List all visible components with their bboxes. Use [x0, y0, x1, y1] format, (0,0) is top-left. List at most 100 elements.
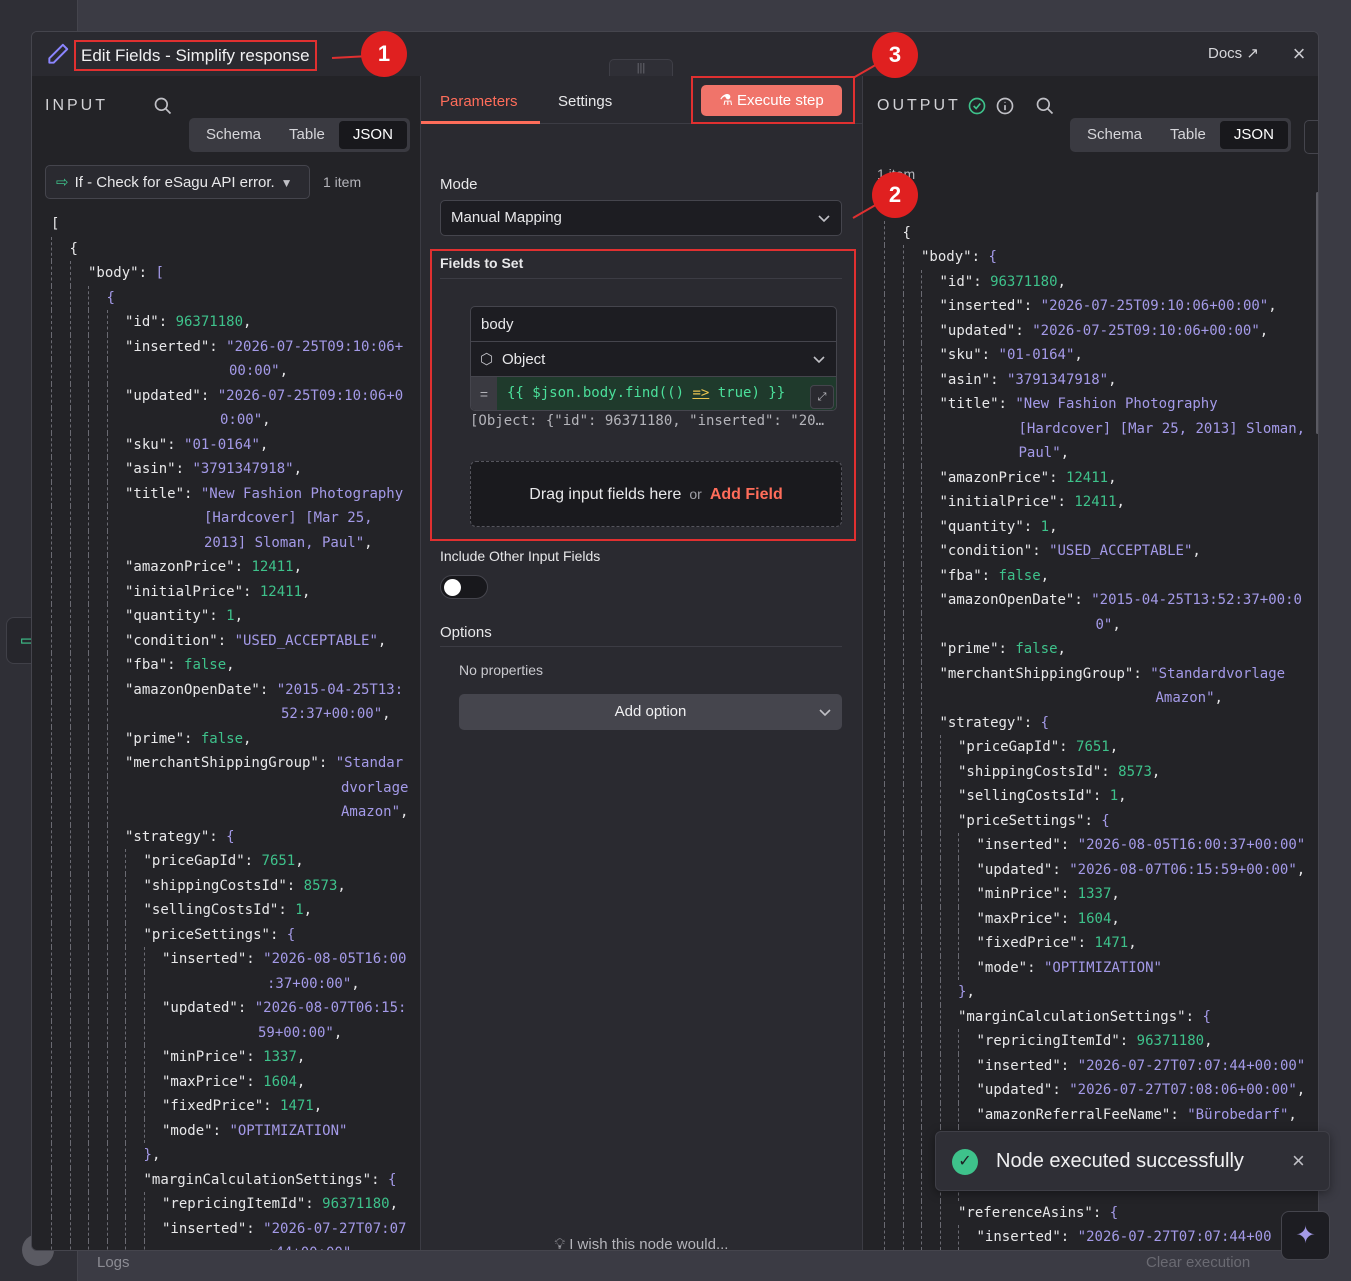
- json-line: "id": 96371180,: [51, 310, 419, 335]
- indent-guide: [921, 735, 922, 760]
- field-type-select[interactable]: ⬡ Object: [471, 342, 836, 377]
- json-line: "fba": false,: [884, 563, 1316, 588]
- input-tab-table[interactable]: Table: [275, 121, 339, 149]
- tab-parameters[interactable]: Parameters: [440, 93, 518, 110]
- json-value: "2015-04-25T13:52:37+00:0: [1091, 592, 1302, 608]
- json-line: "marginCalculationSettings": {: [884, 1004, 1316, 1029]
- search-icon[interactable]: [1035, 96, 1055, 116]
- tab-settings[interactable]: Settings: [558, 93, 612, 110]
- indent-guide: [884, 1225, 885, 1250]
- indent-guide: [902, 416, 904, 441]
- edit-output-button[interactable]: [1304, 120, 1318, 154]
- close-icon[interactable]: ×: [1292, 1148, 1305, 1174]
- field-name-input[interactable]: body: [471, 307, 836, 342]
- include-other-fields-toggle[interactable]: [440, 575, 488, 599]
- add-field-button[interactable]: Add Field: [710, 486, 783, 503]
- indent-guide: [884, 980, 885, 1005]
- json-value: 2013] Sloman, Paul": [204, 534, 365, 551]
- json-value: {: [286, 926, 296, 943]
- indent-guide: [51, 824, 52, 849]
- json-line: "inserted": "2026-07-27T07:07: [51, 1216, 419, 1241]
- indent-guide: [921, 661, 922, 686]
- json-value: ,: [400, 804, 409, 820]
- indent-guide: [88, 555, 89, 580]
- json-key: "marginCalculationSettings": [143, 1171, 372, 1188]
- indent-guide: [51, 285, 52, 310]
- indent-guide: [51, 996, 52, 1021]
- expression-mode-icon[interactable]: =: [471, 377, 497, 410]
- add-option-select[interactable]: Add option: [459, 694, 842, 730]
- indent-guide: [884, 318, 885, 343]
- drop-text: Drag input fields here: [529, 486, 682, 503]
- logs-label[interactable]: Logs: [97, 1254, 130, 1271]
- output-tab-json[interactable]: JSON: [1219, 121, 1288, 149]
- indent-guide: [939, 1078, 941, 1103]
- pencil-icon[interactable]: [45, 41, 71, 67]
- indent-guide: [69, 481, 71, 506]
- indent-guide: [884, 637, 885, 662]
- feedback-link[interactable]: 💡︎ I wish this node would...: [421, 1236, 862, 1251]
- indent-guide: [106, 1216, 108, 1241]
- mode-select[interactable]: Manual Mapping: [440, 200, 842, 236]
- json-value: "OPTIMIZATION": [229, 1122, 348, 1139]
- field-value-row: = {{ $json.body.find(() => true) }} ⤢: [471, 377, 836, 410]
- json-value: :: [244, 853, 262, 869]
- info-icon[interactable]: [995, 96, 1015, 116]
- json-line: "inserted": "2026-07-27T07:07:44+00: [884, 1225, 1316, 1250]
- json-value: ,: [1296, 1082, 1306, 1098]
- lightbulb-icon: 💡︎: [554, 1236, 566, 1251]
- json-value: :: [1170, 1106, 1188, 1123]
- toast-message: Node executed successfully: [996, 1150, 1244, 1172]
- close-icon[interactable]: ×: [1289, 41, 1309, 67]
- output-tab-schema[interactable]: Schema: [1073, 121, 1156, 149]
- json-line: "inserted": "2026-07-25T09:10:06+: [51, 334, 419, 359]
- json-line: 00:00",: [51, 359, 419, 384]
- indent-guide: [51, 800, 52, 825]
- search-icon[interactable]: [153, 96, 173, 116]
- input-node-select[interactable]: ⇨ If - Check for eSagu API error. ▼: [45, 165, 310, 199]
- indent-guide: [69, 1167, 71, 1192]
- clear-execution-button[interactable]: Clear execution: [1146, 1254, 1250, 1271]
- output-json-view[interactable]: [{"body": {"id": 96371180,"inserted": "2…: [884, 196, 1316, 1250]
- execute-step-button[interactable]: ⚗ Execute step: [701, 85, 842, 116]
- parameters-panel: Parameters Settings ⚗ Execute step Mode …: [421, 76, 863, 1251]
- field-expression-input[interactable]: {{ $json.body.find(() => true) }}: [497, 377, 836, 410]
- json-value: 1: [226, 608, 235, 624]
- scrollbar[interactable]: [1316, 192, 1318, 434]
- ai-assistant-sparkle-icon[interactable]: ✦: [1281, 1211, 1330, 1260]
- json-value: 1337: [263, 1049, 297, 1065]
- indent-guide: [51, 604, 52, 629]
- indent-guide: [921, 1249, 922, 1250]
- expand-icon[interactable]: ⤢: [810, 385, 834, 409]
- node-title[interactable]: Edit Fields - Simplify response: [74, 40, 317, 71]
- indent-guide: [51, 1167, 52, 1192]
- drag-handle[interactable]: |||: [609, 59, 673, 77]
- docs-link[interactable]: Docs ↗: [1208, 44, 1259, 62]
- json-value: ,: [1109, 739, 1119, 755]
- indent-guide: [51, 1241, 52, 1250]
- json-value: ,: [1111, 886, 1120, 902]
- indent-guide: [884, 343, 885, 368]
- indent-guide: [921, 931, 922, 956]
- indent-guide: [88, 824, 89, 849]
- json-value: ,: [1108, 371, 1117, 388]
- json-line: "priceSettings": {: [884, 808, 1316, 833]
- indent-guide: [69, 800, 71, 825]
- output-tab-table[interactable]: Table: [1156, 121, 1220, 149]
- json-value: ,: [1268, 298, 1277, 314]
- json-value: "USED_ACCEPTABLE": [1049, 543, 1193, 559]
- input-tab-schema[interactable]: Schema: [192, 121, 275, 149]
- json-value: :: [318, 755, 336, 771]
- json-value: "2015-04-25T13:: [276, 681, 404, 698]
- indent-guide: [902, 441, 904, 466]
- input-json-view[interactable]: [{"body": [{"id": 96371180, "inserted": "…: [51, 212, 419, 1250]
- json-value: 96371180: [322, 1196, 390, 1212]
- json-value: "Standar: [335, 755, 404, 771]
- json-key: "maxPrice": [976, 910, 1061, 927]
- drop-zone[interactable]: Drag input fields here or Add Field: [470, 461, 842, 527]
- json-value: :: [138, 265, 156, 281]
- input-tab-json[interactable]: JSON: [338, 121, 407, 149]
- json-line: "priceSettings": {: [51, 922, 419, 947]
- json-key: "body": [921, 249, 972, 265]
- indent-guide: [143, 1020, 145, 1045]
